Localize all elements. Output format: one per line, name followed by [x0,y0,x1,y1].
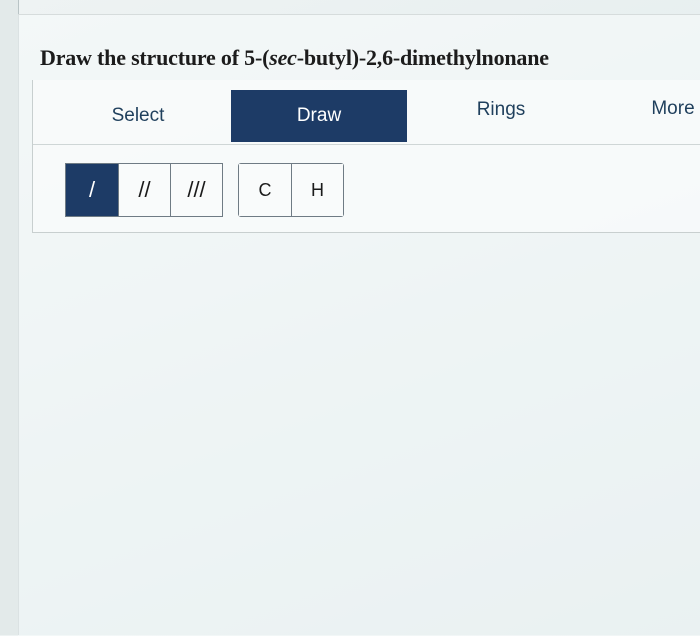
bond-toolbar: / // /// [65,163,223,217]
carbon-atom-label: C [258,179,272,200]
carbon-atom-button[interactable]: C [239,164,291,216]
atom-toolbar: C H [238,163,344,217]
hydrogen-atom-label: H [311,179,324,200]
tab-select[interactable]: Select [45,90,231,142]
double-bond-button[interactable]: // [118,164,170,216]
single-bond-button[interactable]: / [66,164,118,216]
double-bond-icon: // [138,177,151,202]
hydrogen-atom-button[interactable]: H [291,164,343,216]
single-bond-icon: / [88,177,96,202]
left-margin [0,0,19,635]
structure-editor: Select Draw Rings More / // /// C H [32,80,700,233]
tab-bar: Select Draw Rings More [33,90,700,145]
tab-draw[interactable]: Draw [231,90,407,142]
triple-bond-button[interactable]: /// [170,164,222,216]
triple-bond-icon: /// [187,177,206,202]
tab-more[interactable]: More [633,83,700,135]
tab-rings[interactable]: Rings [443,84,559,136]
question-title: Draw the structure of 5-(sec-butyl)-2,6-… [40,45,549,70]
